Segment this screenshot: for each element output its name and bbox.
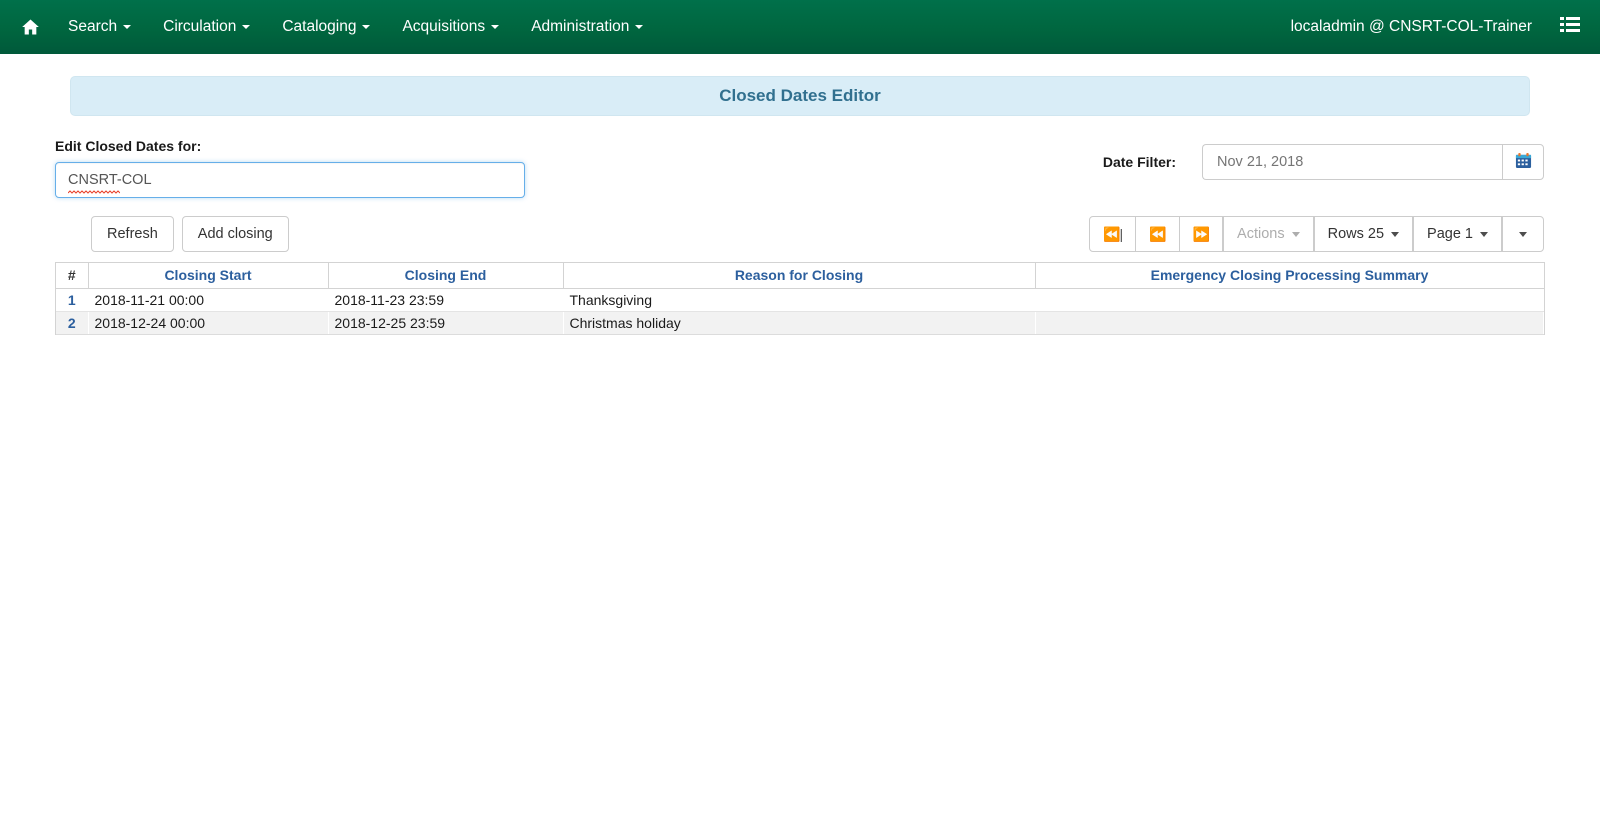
grid-options-button[interactable] <box>1502 216 1544 252</box>
top-navbar: Search Circulation Cataloging Acquisitio… <box>0 0 1600 54</box>
grid-pagination-toolbar: ⏪| ⏪ ⏩ Actions Rows 25 Page 1 <box>1089 216 1544 252</box>
nav-item-label: Acquisitions <box>402 18 486 35</box>
cell-closing-start: 2018-12-24 00:00 <box>88 311 328 335</box>
rows-per-page-label: Rows 25 <box>1327 226 1385 242</box>
chevron-down-icon <box>123 25 132 29</box>
previous-page-icon: ⏪ <box>1149 225 1166 242</box>
current-user-label[interactable]: localadmin @ CNSRT-COL-Trainer <box>1291 18 1550 36</box>
grid-body: 1 2018-11-21 00:00 2018-11-23 23:59 Than… <box>56 288 1544 335</box>
org-input-wrapper <box>55 162 525 198</box>
closed-dates-grid-wrapper: # Closing Start Closing End Reason for C… <box>55 262 1545 335</box>
cell-emergency-summary <box>1035 288 1544 312</box>
home-button[interactable] <box>8 0 52 54</box>
rows-per-page-button[interactable]: Rows 25 <box>1313 216 1414 252</box>
nav-item-label: Search <box>68 18 118 35</box>
calendar-icon <box>1515 152 1532 173</box>
closed-dates-grid: # Closing Start Closing End Reason for C… <box>56 263 1544 335</box>
cell-emergency-summary <box>1035 311 1544 335</box>
page-banner: Closed Dates Editor <box>70 76 1530 116</box>
nav-item-label: Cataloging <box>282 18 357 35</box>
page-body: Closed Dates Editor Edit Closed Dates fo… <box>0 76 1600 335</box>
cell-reason: Christmas holiday <box>563 311 1035 335</box>
column-header-closing-start[interactable]: Closing Start <box>88 263 329 289</box>
actions-menu-button[interactable]: Actions <box>1223 216 1314 252</box>
date-filter-input[interactable] <box>1202 144 1502 180</box>
first-page-button[interactable]: ⏪| <box>1089 216 1137 252</box>
home-icon <box>20 17 41 37</box>
chevron-down-icon <box>491 25 500 29</box>
chevron-down-icon <box>1391 231 1400 237</box>
grid-left-buttons: Refresh Add closing <box>91 216 289 252</box>
previous-page-button[interactable]: ⏪ <box>1136 216 1180 252</box>
row-number: 2 <box>56 311 88 335</box>
refresh-button[interactable]: Refresh <box>91 216 174 252</box>
cell-closing-start: 2018-11-21 00:00 <box>88 288 328 312</box>
nav-item-search[interactable]: Search <box>52 0 147 54</box>
nav-item-label: Administration <box>531 18 630 35</box>
grid-header-row: # Closing Start Closing End Reason for C… <box>56 263 1544 289</box>
column-header-reason[interactable]: Reason for Closing <box>563 263 1036 289</box>
navbar-menu-list: Search Circulation Cataloging Acquisitio… <box>8 0 659 54</box>
table-row[interactable]: 1 2018-11-21 00:00 2018-11-23 23:59 Than… <box>56 288 1544 312</box>
nav-item-acquisitions[interactable]: Acquisitions <box>386 0 515 54</box>
org-filter-label: Edit Closed Dates for: <box>55 138 202 154</box>
grid-header: # Closing Start Closing End Reason for C… <box>56 263 1544 289</box>
page-selector-button[interactable]: Page 1 <box>1413 216 1502 252</box>
navbar-right-area: localadmin @ CNSRT-COL-Trainer <box>1291 0 1600 54</box>
nav-item-cataloging[interactable]: Cataloging <box>266 0 386 54</box>
chevron-down-icon <box>635 25 644 29</box>
cell-reason: Thanksgiving <box>563 288 1035 312</box>
date-filter-label: Date Filter: <box>1102 154 1176 170</box>
column-header-emergency-summary[interactable]: Emergency Closing Processing Summary <box>1035 263 1544 289</box>
first-page-icon: ⏪| <box>1103 225 1123 242</box>
calendar-picker-button[interactable] <box>1502 144 1544 180</box>
cell-closing-end: 2018-11-23 23:59 <box>328 288 563 312</box>
column-header-rownum[interactable]: # <box>56 263 89 289</box>
chevron-down-icon <box>362 25 371 29</box>
next-page-icon: ⏩ <box>1192 225 1210 242</box>
date-input-group <box>1202 144 1544 180</box>
chevron-down-icon <box>242 25 251 29</box>
org-filter-group: Edit Closed Dates for: <box>55 138 525 198</box>
chevron-down-icon <box>1291 231 1300 237</box>
table-row[interactable]: 2 2018-12-24 00:00 2018-12-25 23:59 Chri… <box>56 311 1544 335</box>
row-number: 1 <box>56 288 88 312</box>
add-closing-button[interactable]: Add closing <box>181 216 289 252</box>
grid-action-bar: Refresh Add closing ⏪| ⏪ ⏩ Actions Rows … <box>0 216 1600 262</box>
next-page-button[interactable]: ⏩ <box>1179 216 1224 252</box>
chevron-down-icon <box>1519 231 1527 237</box>
list-menu-icon <box>1560 16 1580 39</box>
column-header-closing-end[interactable]: Closing End <box>328 263 564 289</box>
menu-toggle-button[interactable] <box>1550 0 1590 54</box>
actions-menu-label: Actions <box>1237 226 1285 242</box>
nav-item-administration[interactable]: Administration <box>515 0 659 54</box>
chevron-down-icon <box>1480 231 1488 237</box>
filters-row: Edit Closed Dates for: Date Filter: <box>0 138 1600 214</box>
nav-item-circulation[interactable]: Circulation <box>147 0 266 54</box>
page-title: Closed Dates Editor <box>719 86 881 105</box>
date-filter-group: Date Filter: <box>1103 144 1544 180</box>
nav-item-label: Circulation <box>163 18 237 35</box>
cell-closing-end: 2018-12-25 23:59 <box>328 311 563 335</box>
org-selector-input[interactable] <box>55 162 525 198</box>
page-selector-label: Page 1 <box>1427 226 1473 242</box>
